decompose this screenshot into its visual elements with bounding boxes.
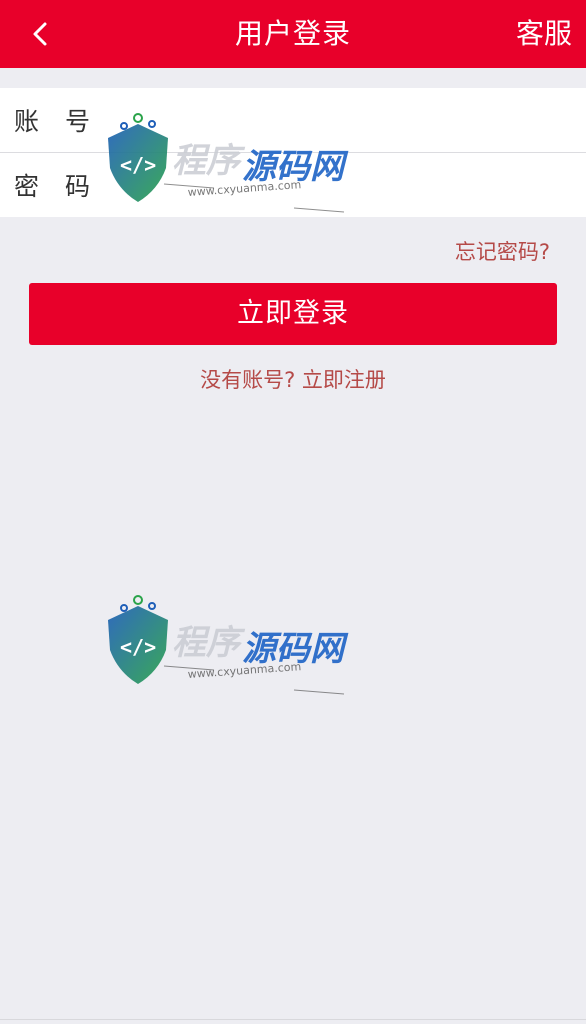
account-label: 账号: [14, 107, 117, 136]
login-page: 用户登录 客服 账号 密码 忘记密码? 立即登录 没有账号? 立即注册 </>: [0, 0, 586, 1024]
login-form: 账号 密码: [0, 88, 586, 217]
login-button[interactable]: 立即登录: [29, 283, 557, 345]
account-input[interactable]: [106, 90, 586, 150]
svg-text:程序: 程序: [172, 623, 246, 663]
svg-text:</>: </>: [120, 635, 156, 659]
password-row: 密码: [0, 152, 586, 217]
svg-text:源码网: 源码网: [242, 629, 349, 669]
forgot-password-link[interactable]: 忘记密码?: [455, 236, 550, 266]
password-input[interactable]: [106, 155, 586, 215]
register-link[interactable]: 没有账号? 立即注册: [0, 364, 586, 394]
customer-service-button[interactable]: 客服: [516, 0, 572, 68]
page-title: 用户登录: [234, 17, 351, 50]
password-label: 密码: [14, 172, 117, 201]
bottom-divider: [0, 1019, 586, 1020]
watermark-logo: </> 程序 源码网 www.cxyuanma.com: [104, 592, 354, 712]
top-bar: 用户登录 客服: [0, 0, 586, 68]
svg-text:www.cxyuanma.com: www.cxyuanma.com: [187, 660, 301, 681]
account-row: 账号: [0, 88, 586, 152]
